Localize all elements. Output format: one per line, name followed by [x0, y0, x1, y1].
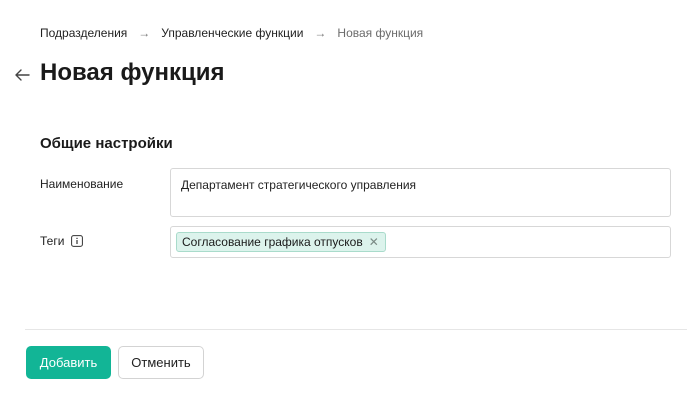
tag-chip-label: Согласование графика отпусков — [182, 235, 363, 249]
tags-label-row: Теги — [40, 234, 84, 248]
name-field[interactable]: Департамент стратегического управления — [170, 168, 671, 217]
arrow-right-icon: → — [314, 26, 327, 40]
back-arrow-icon[interactable] — [13, 66, 31, 84]
add-button[interactable]: Добавить — [26, 346, 111, 379]
name-label: Наименование — [40, 177, 124, 191]
section-title-general-settings: Общие настройки — [40, 135, 173, 152]
arrow-right-icon: → — [138, 26, 151, 40]
tags-input[interactable]: Согласование графика отпусков ✕ — [170, 226, 671, 258]
page-title: Новая функция — [40, 59, 225, 86]
tags-label: Теги — [40, 234, 65, 248]
tag-chip: Согласование графика отпусков ✕ — [176, 232, 386, 252]
breadcrumb-item-management-functions[interactable]: Управленческие функции — [161, 26, 303, 40]
breadcrumb-item-divisions[interactable]: Подразделения — [40, 26, 127, 40]
close-icon[interactable]: ✕ — [369, 235, 379, 249]
cancel-button[interactable]: Отменить — [118, 346, 204, 379]
breadcrumb: Подразделения → Управленческие функции →… — [40, 26, 423, 40]
breadcrumb-item-current: Новая функция — [337, 26, 424, 40]
divider — [25, 329, 687, 330]
info-icon[interactable] — [71, 235, 84, 247]
